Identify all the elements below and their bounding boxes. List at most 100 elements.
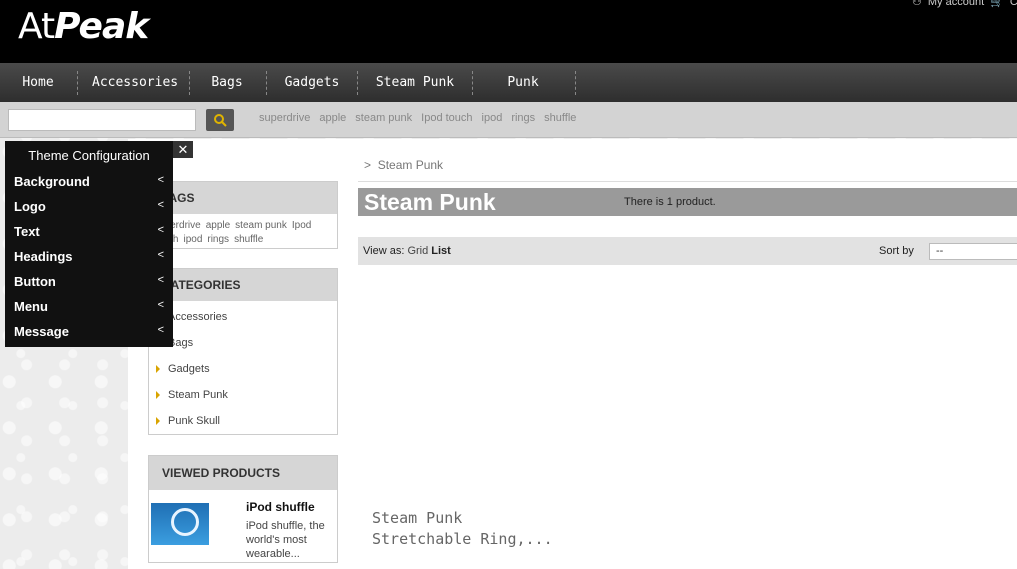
sort-label: Sort by [879, 245, 914, 257]
theme-config-panel: Theme Configuration Background < Logo < Te… [5, 141, 173, 347]
bullet-arrow-icon [156, 391, 160, 400]
site-logo[interactable]: AtPeak [18, 6, 149, 47]
category-label: Accessories [168, 311, 228, 323]
theme-option-label: Message [14, 324, 69, 339]
tag-link[interactable]: ipod [183, 234, 202, 245]
theme-option-message[interactable]: Message < [14, 324, 164, 346]
expand-arrow-icon: < [157, 274, 164, 286]
theme-option-button[interactable]: Button < [14, 274, 164, 296]
expand-arrow-icon: < [157, 299, 164, 311]
tag-link[interactable]: rings [511, 112, 535, 124]
viewed-products-block: VIEWED PRODUCTS iPod shuffle iPod shuffl… [148, 455, 338, 563]
category-link[interactable]: Steam Punk [156, 389, 228, 401]
product-name-line: Stretchable Ring,... [372, 530, 553, 548]
bullet-arrow-icon [156, 417, 160, 426]
logo-text-light: At [18, 6, 55, 47]
product-name-link[interactable]: Steam Punk Stretchable Ring,... [372, 508, 553, 550]
nav-divider [189, 71, 190, 95]
popular-tags: superdrive apple steam punk Ipod touch ipod r… [259, 112, 585, 124]
tag-link[interactable]: rings [207, 234, 229, 245]
breadcrumb: > Steam Punk [364, 158, 443, 172]
nav-divider [575, 71, 576, 95]
theme-option-logo[interactable]: Logo < [14, 199, 164, 221]
category-label: Punk Skull [168, 415, 220, 427]
tag-link[interactable]: shuffle [234, 234, 263, 245]
expand-arrow-icon: < [157, 249, 164, 261]
view-grid-link[interactable]: Grid [407, 245, 428, 257]
divider [358, 181, 1017, 182]
theme-option-label: Logo [14, 199, 46, 214]
site-header: AtPeak ⚇ My account 🛒 C [0, 0, 1017, 63]
breadcrumb-current: Steam Punk [377, 158, 444, 172]
nav-divider [266, 71, 267, 95]
logo-text-bold: Peak [54, 6, 149, 47]
expand-arrow-icon: < [157, 174, 164, 186]
nav-item-accessories[interactable]: Accessories [92, 63, 178, 102]
viewed-product-description: iPod shuffle, the world's most wearable.… [246, 520, 325, 560]
tag-link[interactable]: ipod [482, 112, 503, 124]
theme-option-background[interactable]: Background < [14, 174, 164, 196]
cart-icon[interactable]: 🛒 [990, 0, 1004, 8]
product-count: There is 1 product. [624, 196, 716, 208]
tag-link[interactable]: Ipod [292, 220, 311, 231]
category-label: Gadgets [168, 363, 210, 375]
tag-link[interactable]: Ipod touch [421, 112, 472, 124]
tag-link[interactable]: apple [206, 220, 230, 231]
expand-arrow-icon: < [157, 199, 164, 211]
category-label: Steam Punk [168, 389, 228, 401]
nav-divider [77, 71, 78, 95]
nav-item-home[interactable]: Home [12, 63, 64, 102]
product-toolbar: View as: Grid List Sort by -- [358, 237, 1017, 265]
theme-option-label: Background [14, 174, 90, 189]
search-button[interactable] [206, 109, 234, 131]
tag-link[interactable]: superdrive [259, 112, 310, 124]
sort-select[interactable]: -- [929, 243, 1017, 260]
tag-link[interactable]: steam punk [355, 112, 412, 124]
breadcrumb-separator: > [364, 158, 372, 172]
theme-option-text[interactable]: Text < [14, 224, 164, 246]
product-thumbnail[interactable] [151, 503, 209, 545]
categories-block: CATEGORIES Accessories Bags Gadgets Stea… [148, 268, 338, 435]
categories-block-title: CATEGORIES [149, 269, 337, 301]
nav-item-steam-punk[interactable]: Steam Punk [372, 63, 458, 102]
nav-item-punk-skull[interactable]: Punk Skull [487, 63, 559, 129]
cart-link[interactable]: C [1010, 0, 1017, 8]
viewed-product-name[interactable]: iPod shuffle [246, 500, 315, 514]
tag-link[interactable]: shuffle [544, 112, 576, 124]
nav-divider [472, 71, 473, 95]
viewed-products-title: VIEWED PRODUCTS [149, 456, 337, 490]
category-link[interactable]: Gadgets [156, 363, 210, 375]
user-icon: ⚇ [912, 0, 922, 8]
tags-block-title: TAGS [149, 182, 337, 214]
view-as-label: View as: [363, 245, 405, 257]
bullet-arrow-icon [156, 365, 160, 374]
tag-link[interactable]: steam punk [235, 220, 287, 231]
theme-config-title: Theme Configuration [28, 148, 150, 163]
product-name-line: Steam Punk [372, 509, 463, 527]
theme-option-label: Headings [14, 249, 73, 264]
category-link[interactable]: Punk Skull [156, 415, 220, 427]
account-links: ⚇ My account 🛒 C [912, 0, 1017, 8]
expand-arrow-icon: < [157, 324, 164, 336]
ipod-wheel-icon [171, 508, 199, 536]
tag-link[interactable]: apple [319, 112, 346, 124]
category-header: Steam Punk There is 1 product. [358, 188, 1017, 216]
nav-divider [357, 71, 358, 95]
page-title: Steam Punk [364, 189, 496, 215]
close-icon[interactable]: ✕ [173, 141, 193, 158]
search-icon [214, 114, 227, 127]
tags-cloud: superdriveapplesteam punkIpodtouchipodri… [149, 214, 337, 247]
tags-block: TAGS superdriveapplesteam punkIpodtouchi… [148, 181, 338, 249]
theme-option-label: Text [14, 224, 40, 239]
nav-item-bags[interactable]: Bags [204, 63, 250, 102]
my-account-link[interactable]: My account [928, 0, 984, 8]
nav-item-gadgets[interactable]: Gadgets [281, 63, 343, 102]
view-list-link[interactable]: List [431, 245, 451, 257]
theme-option-headings[interactable]: Headings < [14, 249, 164, 271]
search-input[interactable] [8, 109, 196, 131]
main-nav: Home Accessories Bags Gadgets Steam Punk… [0, 63, 1017, 129]
view-as-switcher: View as: Grid List [363, 245, 451, 257]
theme-option-menu[interactable]: Menu < [14, 299, 164, 321]
theme-option-label: Button [14, 274, 56, 289]
expand-arrow-icon: < [157, 224, 164, 236]
